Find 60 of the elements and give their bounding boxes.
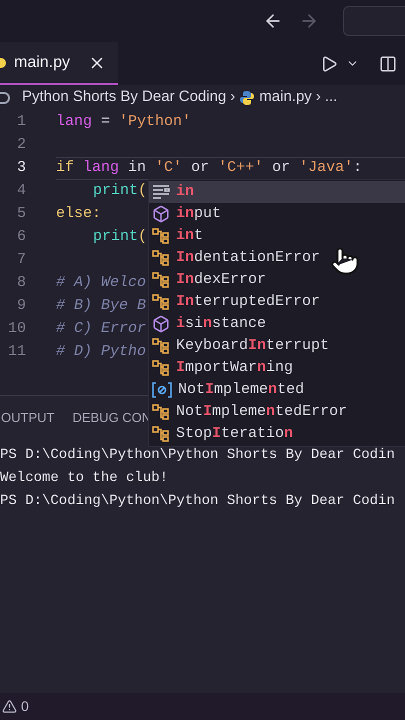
line-number: 9 (16, 296, 26, 316)
completion-item[interactable]: input (149, 203, 405, 225)
terminal-line: Welcome to the club! (0, 469, 170, 488)
warning-count[interactable]: 0 (21, 696, 29, 717)
class-icon (152, 360, 170, 376)
completion-item[interactable]: NotImplemented (149, 379, 405, 401)
class-icon (152, 250, 170, 266)
completion-item[interactable]: NotImplementedError (149, 401, 405, 423)
code-line: # A) Welco (56, 273, 146, 294)
class-icon (152, 294, 170, 310)
line-number: 7 (16, 250, 26, 270)
line-number: 6 (16, 227, 26, 248)
completion-item[interactable]: InterruptedError (149, 291, 405, 313)
completion-item[interactable]: isinstance (149, 313, 405, 335)
breadcrumb[interactable]: ... (324, 86, 338, 109)
class-icon (152, 228, 170, 244)
code-line: # C) Error (56, 319, 146, 340)
editor-tab[interactable]: main.py (0, 42, 118, 85)
completion-item[interactable]: int (149, 225, 405, 247)
cube-icon (152, 315, 170, 333)
line-number: 2 (16, 135, 26, 156)
completion-item[interactable]: IndentationError (149, 247, 405, 269)
code-line: # B) Bye B (56, 296, 146, 316)
warning-icon[interactable] (2, 699, 17, 714)
brackets-icon (152, 382, 172, 398)
line-number: 1 (16, 112, 26, 132)
completion-item[interactable]: KeyboardInterrupt (149, 335, 405, 357)
panel-tab[interactable]: OUTPUT (1, 408, 54, 428)
code-line: if lang in 'C' or 'C++' or 'Java': (56, 158, 362, 178)
python-logo-icon (239, 90, 256, 106)
breadcrumb[interactable]: Python Shorts By Dear Coding (22, 86, 226, 109)
class-icon (152, 338, 170, 354)
code-line: print( (92, 227, 148, 248)
terminal-line: PS D:\Coding\Python\Python Shorts By Dear Codin (0, 492, 396, 511)
class-icon (152, 426, 170, 442)
cube-icon (152, 205, 170, 223)
line-number: 4 (16, 181, 26, 202)
line-number: 8 (16, 273, 26, 294)
line-number: 10 (6, 319, 26, 340)
code-line: lang = 'Python' (56, 112, 192, 132)
line-number: 3 (16, 158, 26, 178)
line-number: 11 (6, 342, 26, 362)
split-editor-icon[interactable] (379, 54, 397, 72)
hand-cursor-icon (330, 246, 360, 276)
completion-item[interactable]: ImportWarning (149, 357, 405, 379)
chevron-separator: › (230, 87, 236, 108)
completion-item[interactable]: StopIteration (149, 423, 405, 445)
completion-item[interactable]: IndexError (149, 269, 405, 291)
search-field[interactable] (343, 6, 405, 36)
terminal-line: PS D:\Coding\Python\Python Shorts By Dear Codin (0, 446, 396, 465)
run-icon[interactable] (320, 54, 338, 72)
class-icon (152, 272, 170, 288)
chevron-separator: › (316, 87, 321, 108)
lines-icon (152, 184, 170, 200)
class-icon (152, 404, 170, 420)
code-line: # D) Pytho (56, 342, 146, 362)
line-number: 5 (16, 204, 26, 224)
breadcrumb[interactable]: main.py (259, 86, 312, 109)
code-line: else: (56, 204, 102, 224)
code-line: print( (92, 181, 148, 202)
